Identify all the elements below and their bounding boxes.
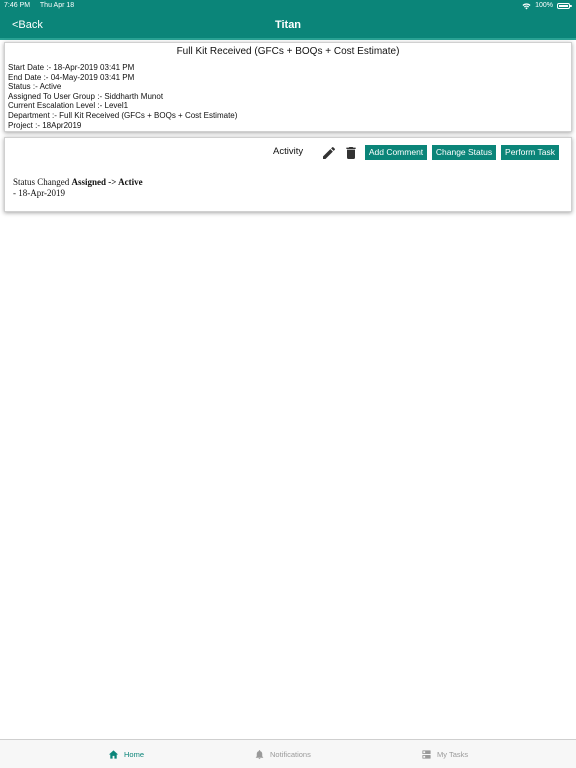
activity-toolbar: Activity Add Comment Change Status Perfo… [5,138,571,168]
nav-divider [0,38,576,40]
battery-icon [557,3,572,9]
department: Department :- Full Kit Received (GFCs + … [8,110,238,120]
tab-bar: Home Notifications My Tasks [0,739,576,768]
tab-notifications[interactable]: Notifications [254,740,311,768]
change-status-button[interactable]: Change Status [432,145,496,160]
tab-my-tasks-label: My Tasks [437,750,469,759]
delete-icon[interactable] [343,145,359,161]
add-comment-button[interactable]: Add Comment [365,145,427,160]
escalation-level: Current Escalation Level :- Level1 [8,101,129,111]
tab-home-label: Home [124,750,145,759]
wifi-icon [522,2,531,9]
bell-icon [255,750,264,760]
home-icon [108,750,119,759]
activity-entry-prefix: Status Changed [13,177,72,187]
activity-entry-date: - 18-Apr-2019 [13,188,66,198]
status-time: 7:46 PM [4,2,31,9]
assigned-user-group: Assigned To User Group :- Siddharth Muno… [8,91,164,101]
task-heading: Full Kit Received (GFCs + BOQs + Cost Es… [176,46,400,57]
page-title: Titan [274,19,302,31]
task-details-card: Full Kit Received (GFCs + BOQs + Cost Es… [4,42,572,132]
status-date: Thu Apr 18 [39,2,75,9]
activity-card: Activity Add Comment Change Status Perfo… [4,137,572,212]
tasks-icon [422,750,431,759]
tab-notifications-label: Notifications [270,750,311,759]
activity-label: Activity [273,146,304,157]
status-bar-right: 100% [522,0,572,12]
battery-percent: 100% [535,2,553,9]
tab-my-tasks[interactable]: My Tasks [421,740,468,768]
status-bar-left: 7:46 PM Thu Apr 18 [4,0,82,12]
project: Project :- 18Apr2019 [8,120,82,130]
activity-entry: Status Changed Assigned -> Active - 18-A… [13,177,143,199]
end-date: End Date :- 04-May-2019 03:41 PM [8,72,135,82]
task-status: Status :- Active [8,82,62,92]
edit-icon[interactable] [321,145,337,161]
nav-bar: <Back Titan [0,12,576,38]
tab-home[interactable]: Home [108,740,144,768]
status-bar: 7:46 PM Thu Apr 18 100% [0,0,576,12]
task-details: Start Date :- 18-Apr-2019 03:41 PM End D… [5,63,571,130]
start-date: Start Date :- 18-Apr-2019 03:41 PM [8,63,135,72]
activity-entry-line: Status Changed Assigned -> Active [13,177,143,188]
activity-entry-change: Assigned -> Active [71,177,143,187]
perform-task-button[interactable]: Perform Task [501,145,559,160]
